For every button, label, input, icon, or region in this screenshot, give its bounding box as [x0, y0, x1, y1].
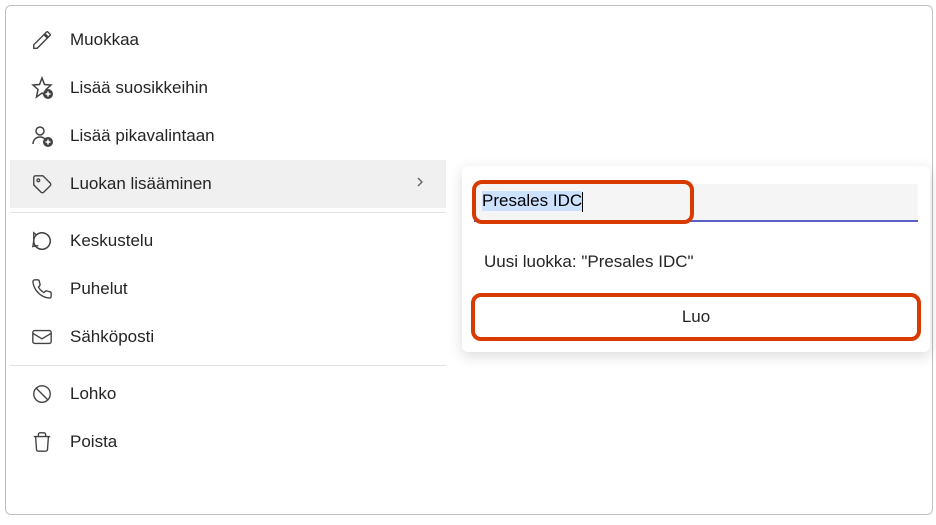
chat-icon	[28, 227, 56, 255]
menu-item-label: Lohko	[70, 384, 428, 404]
menu-item-chat[interactable]: Keskustelu	[10, 217, 446, 265]
menu-item-calls[interactable]: Puhelut	[10, 265, 446, 313]
input-selection: Presales IDC	[482, 191, 582, 211]
menu-item-delete[interactable]: Poista	[10, 418, 446, 466]
menu-item-label: Poista	[70, 432, 428, 452]
person-add-icon	[28, 122, 56, 150]
block-icon	[28, 380, 56, 408]
phone-icon	[28, 275, 56, 303]
menu-item-label: Lisää suosikkeihin	[70, 78, 428, 98]
menu-item-speeddial[interactable]: Lisää pikavalintaan	[10, 112, 446, 160]
menu-item-label: Puhelut	[70, 279, 428, 299]
menu-item-block[interactable]: Lohko	[10, 370, 446, 418]
category-name-input[interactable]: Presales IDC	[474, 184, 918, 222]
tag-icon	[28, 170, 56, 198]
menu-item-label: Muokkaa	[70, 30, 428, 50]
create-button[interactable]: Luo	[474, 296, 918, 338]
menu-divider	[10, 212, 446, 213]
menu-item-edit[interactable]: Muokkaa	[10, 16, 446, 64]
trash-icon	[28, 428, 56, 456]
pencil-icon	[28, 26, 56, 54]
mail-icon	[28, 323, 56, 351]
chevron-right-icon	[412, 174, 428, 195]
context-menu: Muokkaa Lisää suosikkeihin	[10, 10, 446, 472]
menu-item-category[interactable]: Luokan lisääminen	[10, 160, 446, 208]
menu-item-favorites[interactable]: Lisää suosikkeihin	[10, 64, 446, 112]
menu-item-label: Luokan lisääminen	[70, 174, 412, 194]
menu-item-label: Sähköposti	[70, 327, 428, 347]
new-category-text: Uusi luokka: "Presales IDC"	[472, 228, 920, 296]
menu-divider	[10, 365, 446, 366]
menu-item-label: Keskustelu	[70, 231, 428, 251]
star-add-icon	[28, 74, 56, 102]
category-submenu: Presales IDC Uusi luokka: "Presales IDC"…	[462, 166, 930, 352]
menu-item-email[interactable]: Sähköposti	[10, 313, 446, 361]
menu-item-label: Lisää pikavalintaan	[70, 126, 428, 146]
